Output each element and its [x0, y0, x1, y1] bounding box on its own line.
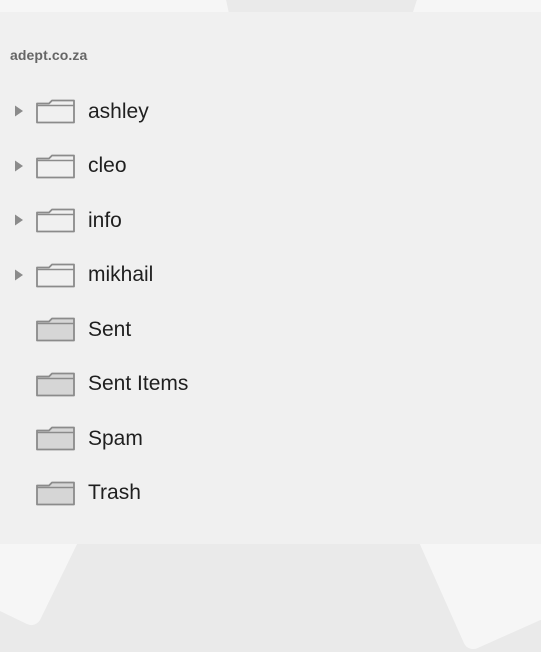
folder-item-trash[interactable]: Trash [10, 466, 530, 521]
folder-label: Sent Items [88, 372, 189, 396]
folder-list: ashley cleo info mikhail Sent Sent Items… [10, 84, 530, 520]
folder-item-ashley[interactable]: ashley [10, 84, 530, 139]
folder-label: Spam [88, 426, 143, 450]
folder-label: mikhail [88, 263, 154, 287]
folder-item-info[interactable]: info [10, 193, 530, 248]
disclosure-triangle-icon[interactable] [10, 263, 28, 287]
folder-item-sent-items[interactable]: Sent Items [10, 357, 530, 412]
folder-filled-icon [34, 422, 78, 454]
folder-outline-icon [34, 259, 78, 291]
folder-label: Sent [88, 317, 132, 341]
folder-label: ashley [88, 99, 149, 123]
folder-item-spam[interactable]: Spam [10, 411, 530, 466]
folder-label: info [88, 208, 122, 232]
folder-item-cleo[interactable]: cleo [10, 139, 530, 194]
folder-outline-icon [34, 150, 78, 182]
folder-outline-icon [34, 204, 78, 236]
mail-sidebar: adept.co.za ashley cleo info mikhail Sen… [0, 12, 541, 544]
folder-label: cleo [88, 154, 127, 178]
disclosure-triangle-icon[interactable] [10, 208, 28, 232]
disclosure-triangle-icon[interactable] [10, 154, 28, 178]
folder-item-sent[interactable]: Sent [10, 302, 530, 357]
folder-label: Trash [88, 481, 141, 505]
folder-filled-icon [34, 313, 78, 345]
folder-outline-icon [34, 95, 78, 127]
folder-filled-icon [34, 368, 78, 400]
folder-item-mikhail[interactable]: mikhail [10, 248, 530, 303]
account-title: adept.co.za [10, 47, 88, 63]
disclosure-triangle-icon[interactable] [10, 99, 28, 123]
folder-filled-icon [34, 477, 78, 509]
